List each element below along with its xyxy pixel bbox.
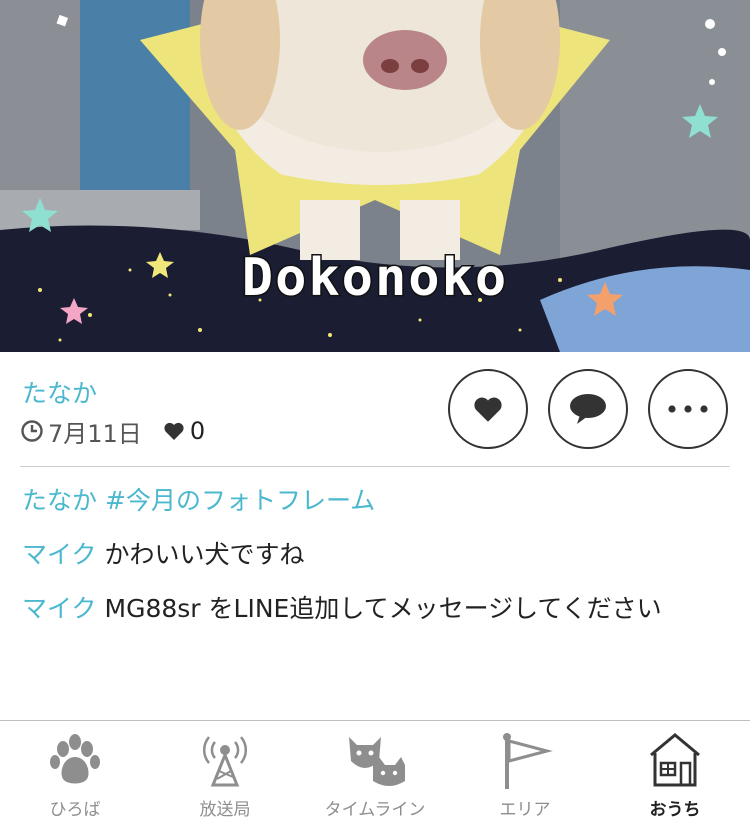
post-author[interactable]: たなか bbox=[22, 374, 97, 410]
tab-home[interactable]: おうち bbox=[600, 721, 750, 820]
comment-list: たなか #今月のフォトフレーム マイク かわいい犬ですね マイク MG88sr をLI… bbox=[22, 484, 730, 646]
comment-user[interactable]: マイク bbox=[22, 594, 97, 623]
flag-icon bbox=[503, 733, 553, 789]
comment-item: マイク かわいい犬ですね bbox=[22, 538, 730, 592]
ellipsis-icon bbox=[668, 405, 708, 413]
tab-area[interactable]: エリア bbox=[450, 721, 600, 820]
tab-timeline[interactable]: タイムライン bbox=[300, 721, 450, 820]
comment-user[interactable]: たなか bbox=[22, 486, 97, 515]
tab-label: おうち bbox=[649, 800, 701, 820]
post-actions bbox=[448, 369, 728, 449]
heart-icon bbox=[164, 422, 184, 440]
clock-icon bbox=[21, 420, 43, 442]
divider bbox=[20, 466, 730, 467]
dog-cat-icon bbox=[349, 737, 405, 786]
tab-broadcast[interactable]: 放送局 bbox=[150, 721, 300, 820]
tab-label: エリア bbox=[499, 800, 551, 820]
more-button[interactable] bbox=[648, 369, 728, 449]
comment-user[interactable]: マイク bbox=[22, 540, 97, 569]
comment-item: マイク MG88sr をLINE追加してメッセージしてください bbox=[22, 592, 730, 646]
tab-label: タイムライン bbox=[324, 800, 426, 820]
paw-icon bbox=[50, 734, 100, 784]
heart-icon bbox=[474, 397, 502, 422]
house-icon bbox=[650, 733, 700, 787]
post-meta: 7月11日 0 bbox=[20, 416, 206, 448]
like-count: 0 bbox=[189, 417, 206, 445]
post-date: 7月11日 bbox=[48, 419, 142, 448]
tab-label: 放送局 bbox=[199, 800, 251, 820]
broadcast-tower-icon bbox=[202, 736, 248, 787]
hashtag-link[interactable]: #今月のフォトフレーム bbox=[105, 486, 375, 515]
comment-item: たなか #今月のフォトフレーム bbox=[22, 484, 730, 538]
tab-label: ひろば bbox=[49, 800, 101, 820]
like-button[interactable] bbox=[448, 369, 528, 449]
tab-hiroba[interactable]: ひろば bbox=[0, 721, 150, 820]
photo-frame-caption: Dokonoko bbox=[240, 247, 509, 310]
speech-bubble-icon bbox=[570, 394, 606, 424]
comment-text: MG88sr をLINE追加してメッセージしてください bbox=[104, 594, 662, 623]
post-photo[interactable]: Dokonoko bbox=[0, 0, 750, 352]
tab-bar: ひろば 放送局 タイムライン エリア おうち bbox=[0, 720, 750, 820]
comment-text: かわいい犬ですね bbox=[104, 540, 305, 569]
comment-button[interactable] bbox=[548, 369, 628, 449]
